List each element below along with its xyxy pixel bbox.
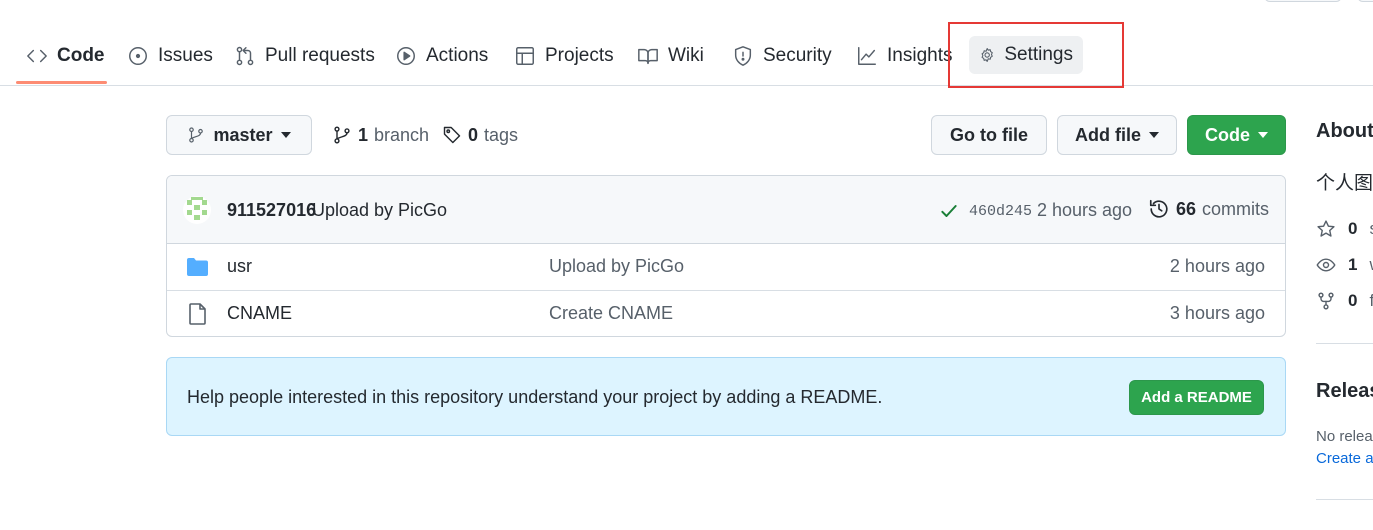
fork-icon bbox=[1318, 292, 1334, 310]
stars-count: 0 bbox=[1348, 219, 1358, 238]
tag-label: tags bbox=[484, 124, 519, 145]
tab-wiki[interactable]: Wiki bbox=[627, 34, 714, 78]
tab-projects[interactable]: Projects bbox=[504, 34, 624, 78]
tab-label: Issues bbox=[158, 45, 213, 66]
stars-label: s bbox=[1369, 219, 1373, 239]
branch-select-button[interactable]: master bbox=[166, 115, 312, 155]
code-dropdown-button[interactable]: Code bbox=[1187, 115, 1286, 155]
tab-security[interactable]: Security bbox=[722, 34, 842, 78]
commits-history-link[interactable]: 66 commits bbox=[1148, 198, 1269, 220]
tab-label: Insights bbox=[887, 45, 953, 66]
book-icon bbox=[638, 48, 658, 65]
stars-link[interactable]: 0 s bbox=[1316, 217, 1373, 241]
table-icon bbox=[516, 47, 534, 65]
file-name-link[interactable]: usr bbox=[227, 256, 252, 277]
check-icon[interactable] bbox=[939, 201, 959, 221]
commit-time: 2 hours ago bbox=[1037, 200, 1133, 220]
tab-insights[interactable]: Insights bbox=[846, 34, 962, 78]
watchers-label: w bbox=[1369, 255, 1373, 275]
branch-label: branch bbox=[374, 124, 430, 145]
selected-tab-underline bbox=[16, 81, 107, 84]
settings-highlight-box bbox=[948, 22, 1124, 88]
forks-count: 0 bbox=[1348, 291, 1358, 310]
file-icon bbox=[189, 303, 206, 325]
tab-code[interactable]: Code bbox=[16, 34, 115, 78]
sidebar-divider bbox=[1316, 499, 1373, 500]
graph-icon bbox=[858, 47, 876, 65]
file-navigation-box: 911527016 Upload by PicGo 460d245 2 hour… bbox=[166, 175, 1286, 337]
chevron-down-icon bbox=[1258, 132, 1268, 138]
shield-icon bbox=[734, 46, 752, 66]
file-commit-message[interactable]: Create CNAME bbox=[549, 303, 673, 324]
tab-issues[interactable]: Issues bbox=[117, 34, 223, 78]
add-file-button[interactable]: Add file bbox=[1057, 115, 1177, 155]
latest-commit-bar: 911527016 Upload by PicGo 460d245 2 hour… bbox=[167, 176, 1285, 244]
readme-prompt-message: Help people interested in this repositor… bbox=[187, 387, 883, 407]
history-icon bbox=[1149, 199, 1168, 218]
no-releases-text: No releas bbox=[1316, 428, 1373, 445]
tag-count: 0 bbox=[468, 124, 479, 145]
branch-name: master bbox=[213, 124, 273, 145]
chevron-down-icon bbox=[1149, 132, 1159, 138]
file-commit-time: 3 hours ago bbox=[1169, 303, 1265, 323]
eye-icon bbox=[1316, 258, 1336, 272]
go-to-file-button[interactable]: Go to file bbox=[931, 115, 1047, 155]
file-commit-time: 2 hours ago bbox=[1169, 256, 1265, 276]
readme-prompt-banner: Help people interested in this repositor… bbox=[166, 357, 1286, 436]
play-icon bbox=[397, 47, 415, 65]
commit-message[interactable]: Upload by PicGo bbox=[312, 200, 447, 221]
tab-label: Code bbox=[57, 45, 105, 66]
tab-pull-requests[interactable]: Pull requests bbox=[224, 34, 385, 78]
tag-icon bbox=[443, 126, 461, 144]
tab-label: Actions bbox=[426, 45, 489, 66]
repo-sidebar: About 个人图 0 s 1 w 0 f Releas No releas C… bbox=[1316, 0, 1373, 530]
tags-link[interactable]: 0 tags bbox=[442, 122, 518, 148]
go-to-file-label: Go to file bbox=[950, 124, 1028, 145]
watchers-count: 1 bbox=[1348, 255, 1358, 274]
code-icon bbox=[27, 49, 47, 63]
watchers-link[interactable]: 1 w bbox=[1316, 253, 1373, 277]
forks-link[interactable]: 0 f bbox=[1316, 289, 1373, 313]
tab-label: Projects bbox=[545, 45, 614, 66]
file-name-link[interactable]: CNAME bbox=[227, 303, 292, 324]
tab-actions[interactable]: Actions bbox=[385, 34, 498, 78]
add-readme-button[interactable]: Add a README bbox=[1129, 380, 1264, 415]
create-release-link[interactable]: Create a bbox=[1316, 450, 1373, 467]
tab-label: Pull requests bbox=[265, 45, 375, 66]
commit-label: commits bbox=[1202, 198, 1270, 219]
commit-count: 66 bbox=[1176, 198, 1197, 219]
folder-icon bbox=[187, 258, 208, 276]
branch-count: 1 bbox=[358, 124, 369, 145]
releases-heading[interactable]: Releas bbox=[1316, 380, 1373, 403]
about-heading: About bbox=[1316, 120, 1373, 142]
sidebar-divider bbox=[1316, 343, 1373, 344]
repo-description: 个人图 bbox=[1316, 173, 1373, 194]
commit-sha[interactable]: 460d245 bbox=[969, 203, 1032, 220]
tab-label: Wiki bbox=[668, 45, 704, 66]
commit-author[interactable]: 911527016 bbox=[227, 200, 316, 221]
tab-label: Security bbox=[763, 45, 832, 66]
issue-icon bbox=[129, 47, 147, 65]
star-icon bbox=[1317, 220, 1335, 237]
branches-link[interactable]: 1 branch bbox=[332, 122, 429, 148]
file-row: usr Upload by PicGo 2 hours ago bbox=[167, 244, 1285, 290]
file-commit-message[interactable]: Upload by PicGo bbox=[549, 256, 684, 277]
branch-icon bbox=[189, 127, 204, 143]
pull-request-icon bbox=[236, 46, 254, 66]
repo-nav: Code Issues Pull requests Actions Projec… bbox=[0, 0, 1373, 86]
chevron-down-icon bbox=[280, 132, 291, 138]
branch-icon bbox=[334, 126, 350, 144]
code-button-label: Code bbox=[1205, 124, 1250, 145]
forks-label: f bbox=[1369, 291, 1373, 310]
add-file-label: Add file bbox=[1075, 124, 1141, 145]
avatar[interactable] bbox=[183, 196, 211, 224]
file-row: CNAME Create CNAME 3 hours ago bbox=[167, 290, 1285, 336]
